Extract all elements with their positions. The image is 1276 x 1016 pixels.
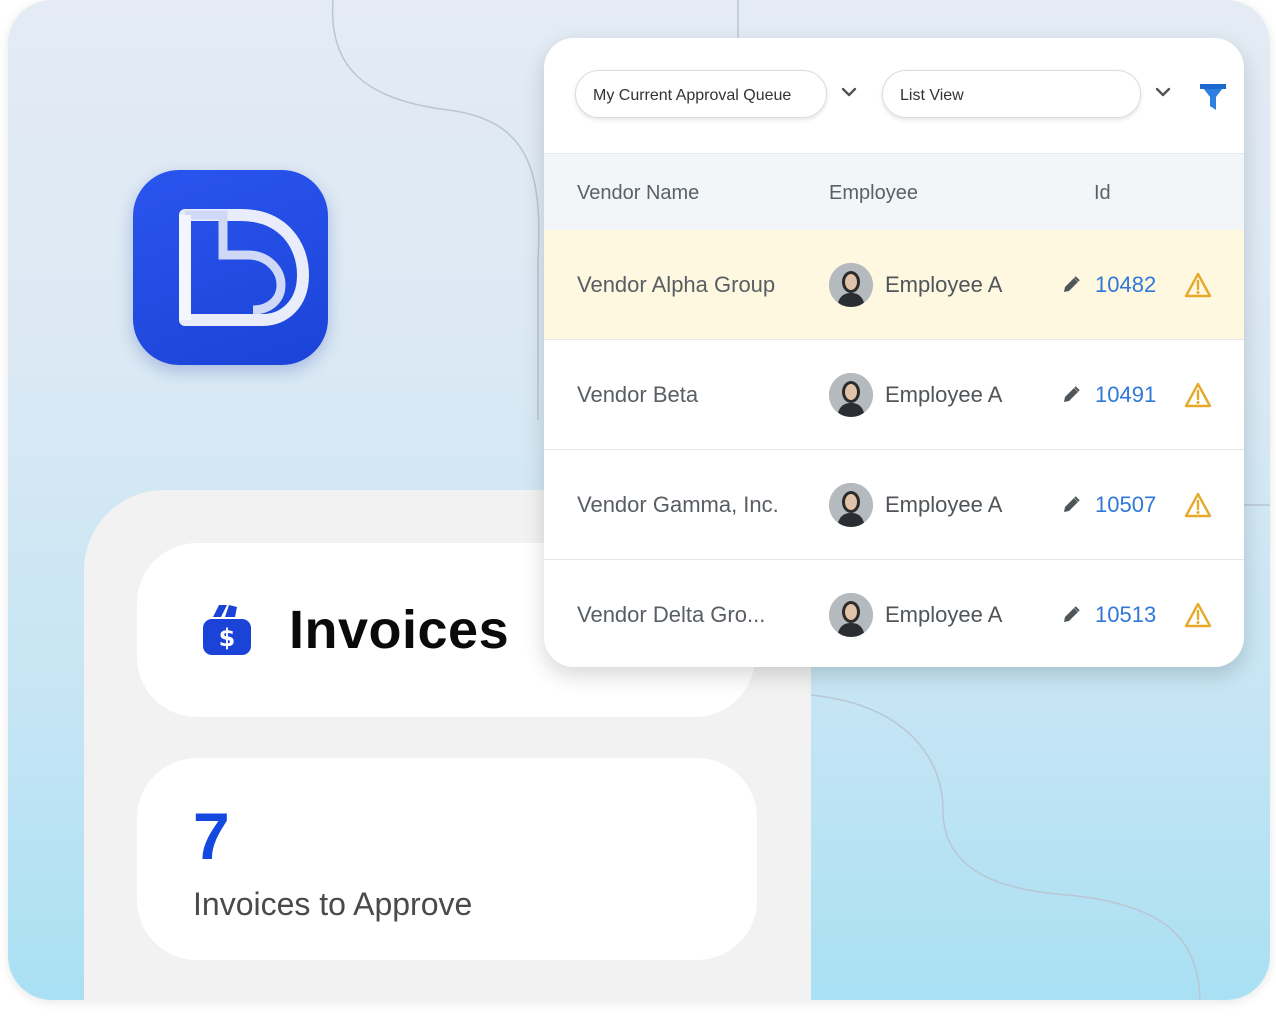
approval-table-panel: My Current Approval Queue List View Vend… [544, 38, 1244, 667]
table-row[interactable]: Vendor Alpha Group Employee A 10482 [544, 230, 1244, 340]
column-header-employee[interactable]: Employee [829, 182, 918, 205]
avatar [829, 373, 873, 417]
warning-icon[interactable] [1184, 272, 1212, 298]
warning-icon[interactable] [1184, 382, 1212, 408]
filter-icon[interactable] [1199, 82, 1227, 112]
table-header: Vendor Name Employee Id [544, 153, 1244, 231]
pencil-icon[interactable] [1061, 275, 1081, 295]
warning-icon[interactable] [1184, 492, 1212, 518]
column-header-id[interactable]: Id [1094, 182, 1111, 205]
pencil-icon[interactable] [1061, 495, 1081, 515]
svg-text:$: $ [219, 624, 236, 652]
invoices-count: 7 [193, 799, 230, 873]
vendor-name: Vendor Alpha Group [577, 272, 776, 297]
chevron-down-icon[interactable] [841, 86, 857, 98]
view-select[interactable]: List View [882, 70, 1141, 118]
app-logo [133, 170, 328, 365]
invoice-id-link[interactable]: 10513 [1095, 602, 1156, 628]
vendor-name: Vendor Gamma, Inc. [577, 492, 779, 517]
money-bag-icon: $ [203, 605, 251, 655]
invoice-id-link[interactable]: 10482 [1095, 272, 1156, 298]
column-header-vendor[interactable]: Vendor Name [577, 182, 699, 205]
invoices-title: Invoices [289, 600, 510, 660]
brand-d-logo-icon [179, 209, 309, 326]
background-frame: $ Invoices 7 Invoices to Approve My Curr… [8, 0, 1270, 1000]
table-toolbar: My Current Approval Queue List View [544, 38, 1244, 153]
table-row[interactable]: Vendor Delta Gro... Employee A 10513 [544, 560, 1244, 667]
pencil-icon[interactable] [1061, 605, 1081, 625]
avatar [829, 483, 873, 527]
employee-name: Employee A [885, 492, 1003, 517]
vendor-name: Vendor Delta Gro... [577, 602, 766, 627]
invoice-id-link[interactable]: 10507 [1095, 492, 1156, 518]
warning-icon[interactable] [1184, 602, 1212, 628]
table-row[interactable]: Vendor Gamma, Inc. Employee A 10507 [544, 450, 1244, 560]
approval-summary-card[interactable]: 7 Invoices to Approve [137, 758, 757, 960]
employee-name: Employee A [885, 272, 1003, 297]
queue-select[interactable]: My Current Approval Queue [575, 70, 827, 118]
avatar [829, 593, 873, 637]
chevron-down-icon[interactable] [1155, 86, 1171, 98]
vendor-name: Vendor Beta [577, 382, 699, 407]
table-row[interactable]: Vendor Beta Employee A 10491 [544, 340, 1244, 450]
avatar [829, 263, 873, 307]
pencil-icon[interactable] [1061, 385, 1081, 405]
invoices-count-label: Invoices to Approve [193, 886, 473, 922]
employee-name: Employee A [885, 382, 1003, 407]
employee-name: Employee A [885, 602, 1003, 627]
invoice-id-link[interactable]: 10491 [1095, 382, 1156, 408]
